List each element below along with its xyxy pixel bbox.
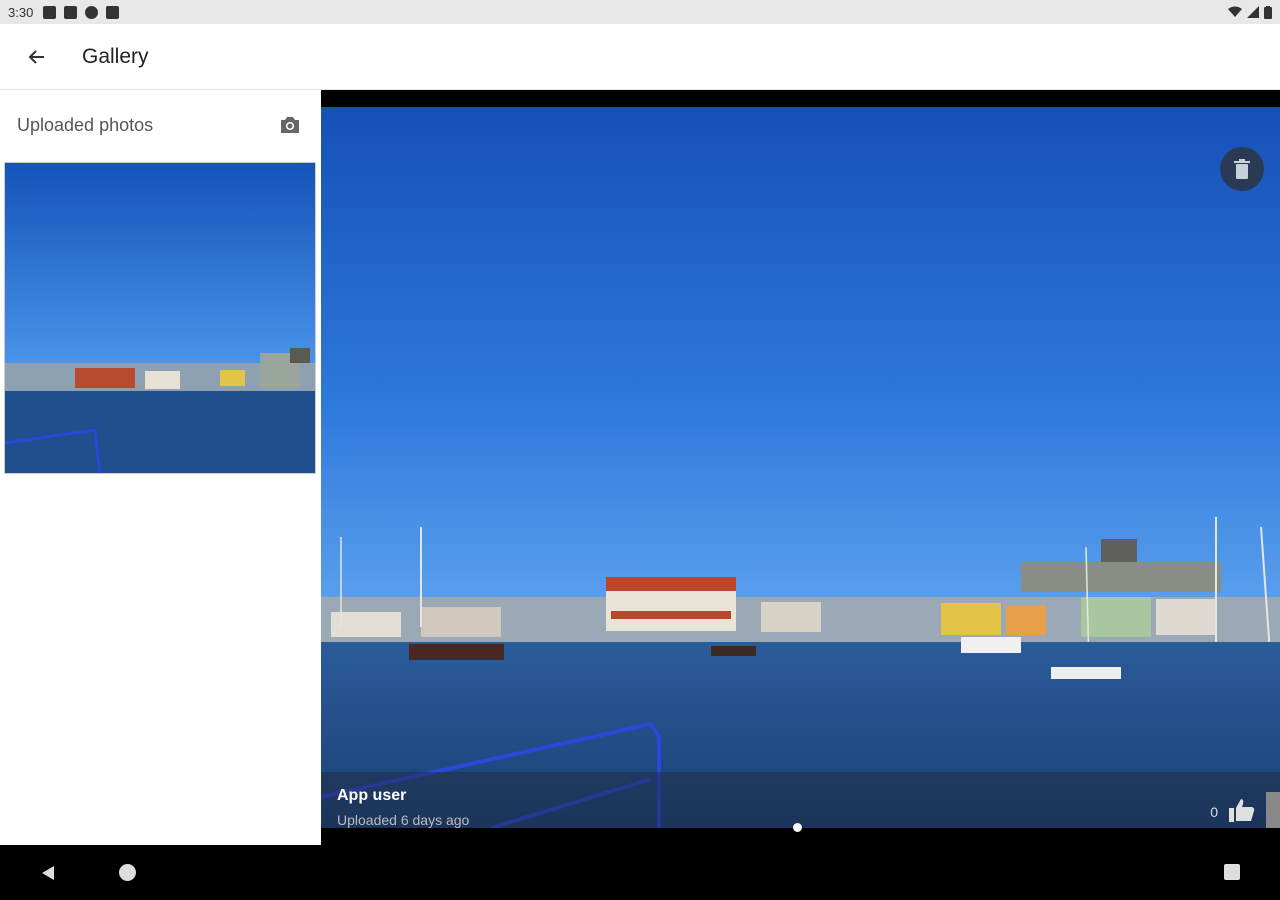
harbor-photo-thumbnail: [5, 163, 315, 473]
camera-icon: [281, 117, 299, 133]
upload-date: Uploaded 6 days ago: [337, 812, 470, 828]
battery-icon: [1264, 5, 1272, 19]
photo-caption: App user Uploaded 6 days ago 0: [321, 772, 1280, 828]
delete-button[interactable]: [1220, 147, 1264, 191]
camera-button[interactable]: [275, 110, 305, 140]
notification-icon: [43, 5, 57, 19]
signal-icon: [1247, 6, 1259, 18]
nav-back-icon[interactable]: [38, 863, 58, 883]
notification-icons: [43, 5, 120, 19]
pager-dot[interactable]: [793, 823, 802, 832]
gallery-screen: 3:30 Gallery Uploaded photos App user Up…: [0, 0, 1280, 900]
system-nav-bar: [0, 845, 1280, 900]
like-button[interactable]: [1226, 794, 1258, 826]
notification-icon: [85, 5, 99, 19]
uploader-name: App user: [337, 787, 407, 804]
back-button[interactable]: [12, 32, 62, 82]
like-count: 0: [1210, 804, 1218, 820]
page-title: Gallery: [82, 44, 149, 68]
wifi-icon: [1228, 6, 1242, 17]
photo-display[interactable]: App user Uploaded 6 days ago 0: [321, 107, 1280, 828]
system-icons: [1228, 5, 1272, 19]
nav-recents-icon[interactable]: [1224, 864, 1240, 880]
app-bar: Gallery: [0, 24, 1280, 90]
nav-home-icon[interactable]: [119, 864, 136, 881]
photo-viewer: App user Uploaded 6 days ago 0: [321, 90, 1280, 845]
trash-icon: [1234, 159, 1250, 179]
photo-thumbnail[interactable]: [4, 162, 316, 474]
thumb-up-icon: [1229, 799, 1255, 822]
uploaded-photos-title: Uploaded photos: [17, 114, 154, 135]
status-time: 3:30: [8, 4, 34, 20]
uploaded-photos-pane: Uploaded photos: [0, 90, 321, 845]
sd-card-icon: [106, 5, 120, 19]
arrow-back-icon: [28, 49, 44, 64]
status-bar: 3:30: [0, 0, 1280, 24]
harbor-photo: [321, 107, 1280, 828]
uploaded-photos-header: Uploaded photos: [0, 90, 321, 160]
side-handle[interactable]: [1266, 792, 1280, 828]
notification-icon: [64, 5, 78, 19]
